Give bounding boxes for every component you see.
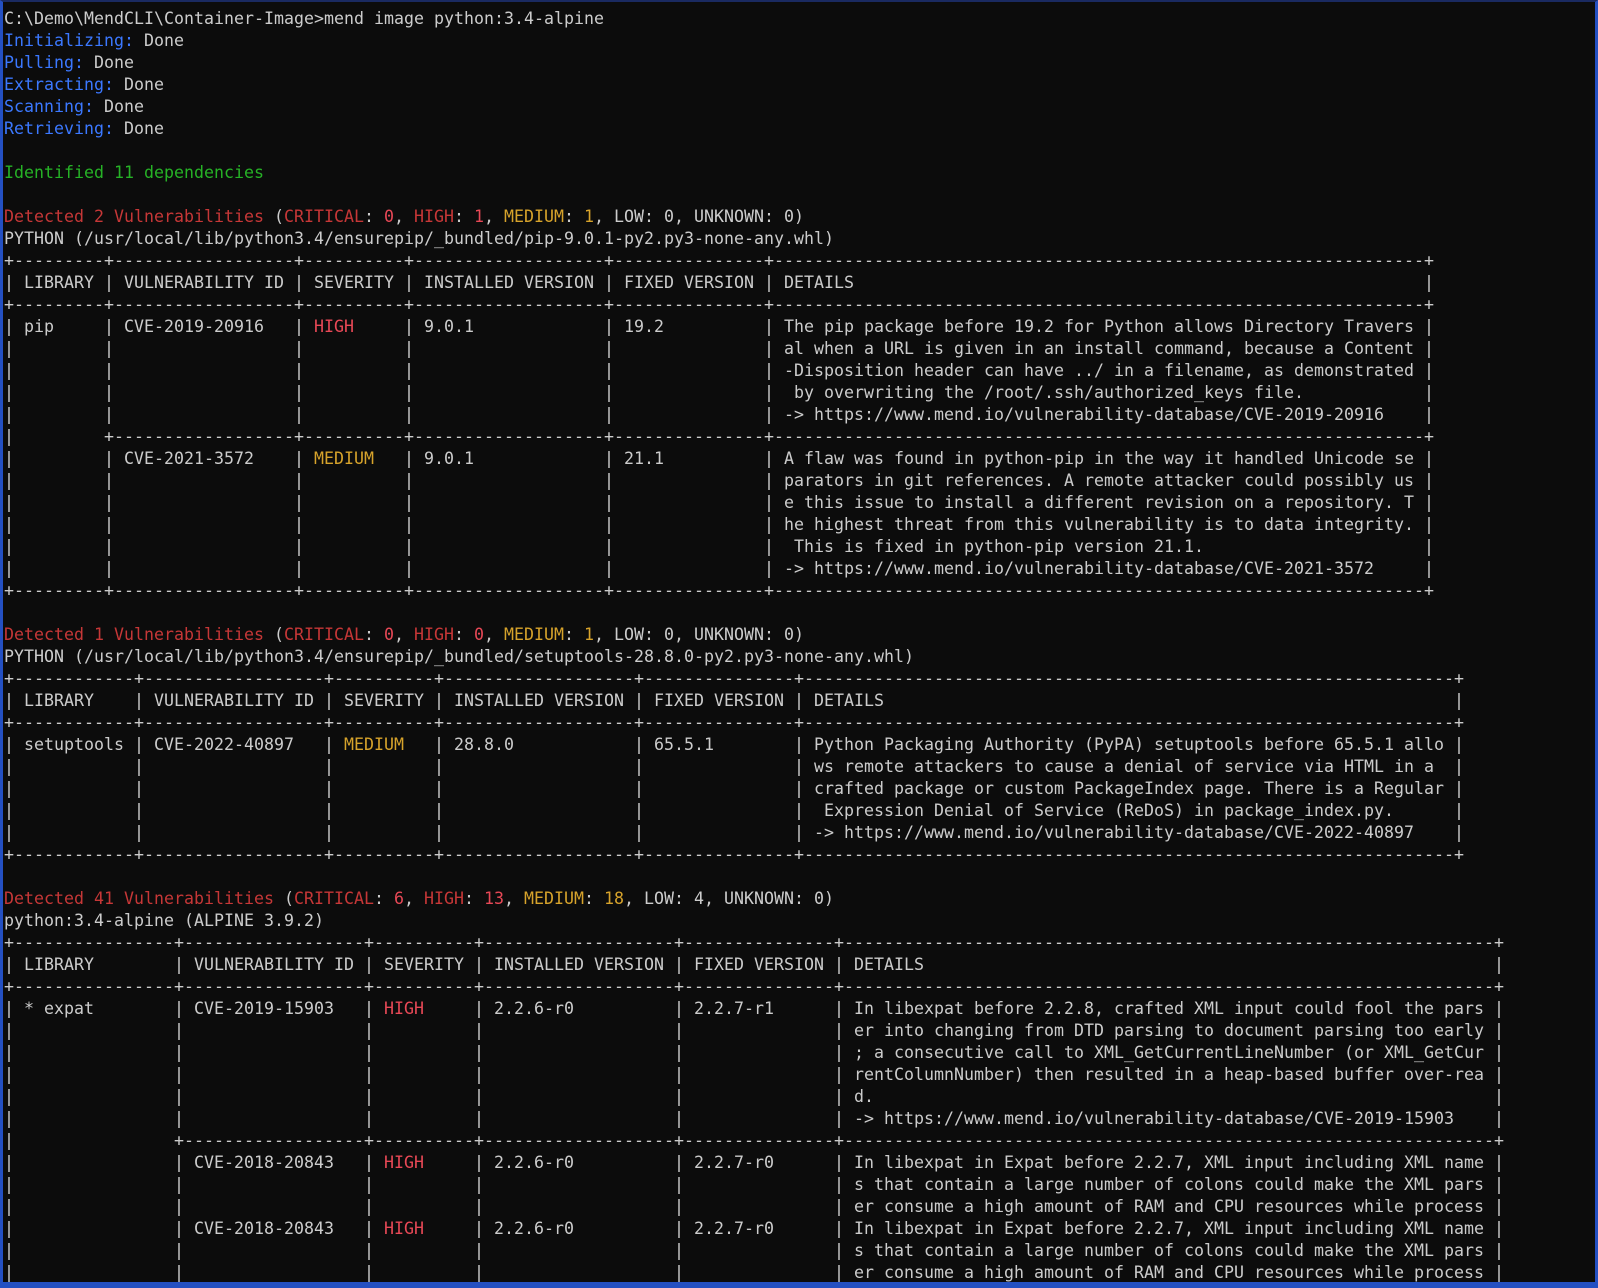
terminal-line: | LIBRARY | VULNERABILITY ID | SEVERITY … <box>4 690 1595 712</box>
terminal-line: | | | | | | crafted package or custom Pa… <box>4 778 1595 800</box>
terminal-line: | | | | | | er into changing from DTD pa… <box>4 1020 1595 1042</box>
terminal-output: C:\Demo\MendCLI\Container-Image>mend ima… <box>3 2 1595 1284</box>
terminal-window: C:\Demo\MendCLI\Container-Image>mend ima… <box>0 0 1598 1288</box>
terminal-line: Detected 2 Vulnerabilities (CRITICAL: 0,… <box>4 206 1595 228</box>
terminal-line: | pip | CVE-2019-20916 | HIGH | 9.0.1 | … <box>4 316 1595 338</box>
terminal-line: +------------+------------------+-------… <box>4 712 1595 734</box>
terminal-line: | | | | | | rentColumnNumber) then resul… <box>4 1064 1595 1086</box>
terminal-line: Detected 41 Vulnerabilities (CRITICAL: 6… <box>4 888 1595 910</box>
terminal-line <box>4 602 1595 624</box>
terminal-line: | | | | | | he highest threat from this … <box>4 514 1595 536</box>
terminal-line: | LIBRARY | VULNERABILITY ID | SEVERITY … <box>4 272 1595 294</box>
terminal-line: +---------+------------------+----------… <box>4 294 1595 316</box>
terminal-line: C:\Demo\MendCLI\Container-Image>mend ima… <box>4 8 1595 30</box>
terminal-line: +------------+------------------+-------… <box>4 844 1595 866</box>
terminal-line: | | | | | | -> https://www.mend.io/vulne… <box>4 558 1595 580</box>
terminal-line: | +------------------+----------+-------… <box>4 1130 1595 1152</box>
terminal-line: | | | | | | e this issue to install a di… <box>4 492 1595 514</box>
terminal-line: Initializing: Done <box>4 30 1595 52</box>
terminal-line: | | | | | | This is fixed in python-pip … <box>4 536 1595 558</box>
terminal-line: | | CVE-2021-3572 | MEDIUM | 9.0.1 | 21.… <box>4 448 1595 470</box>
terminal-line: | | | | | | er consume a high amount of … <box>4 1196 1595 1218</box>
terminal-line: +----------------+------------------+---… <box>4 932 1595 954</box>
terminal-line: | | | | | | -> https://www.mend.io/vulne… <box>4 1108 1595 1130</box>
terminal-line: | | | | | | s that contain a large numbe… <box>4 1174 1595 1196</box>
terminal-line: +----------------+------------------+---… <box>4 976 1595 998</box>
terminal-line: | | | | | | -Disposition header can have… <box>4 360 1595 382</box>
terminal-line: | | CVE-2018-20843 | HIGH | 2.2.6-r0 | 2… <box>4 1152 1595 1174</box>
terminal-line: +---------+------------------+----------… <box>4 250 1595 272</box>
terminal-line <box>4 140 1595 162</box>
terminal-line: PYTHON (/usr/local/lib/python3.4/ensurep… <box>4 646 1595 668</box>
terminal-line: | | | | | | by overwriting the /root/.ss… <box>4 382 1595 404</box>
terminal-line: | LIBRARY | VULNERABILITY ID | SEVERITY … <box>4 954 1595 976</box>
terminal-line: | | | | | | s that contain a large numbe… <box>4 1240 1595 1262</box>
terminal-line: python:3.4-alpine (ALPINE 3.9.2) <box>4 910 1595 932</box>
terminal-line: | | | | | | ; a consecutive call to XML_… <box>4 1042 1595 1064</box>
terminal-line: | | | | | | parators in git references. … <box>4 470 1595 492</box>
terminal-line: +------------+------------------+-------… <box>4 668 1595 690</box>
terminal-line: Identified 11 dependencies <box>4 162 1595 184</box>
terminal-line: | | | | | | al when a URL is given in an… <box>4 338 1595 360</box>
terminal-line: | | | | | | d. | <box>4 1086 1595 1108</box>
terminal-line: | | | | | | -> https://www.mend.io/vulne… <box>4 822 1595 844</box>
terminal-line: | | | | | | er consume a high amount of … <box>4 1262 1595 1284</box>
terminal-line: | setuptools | CVE-2022-40897 | MEDIUM |… <box>4 734 1595 756</box>
terminal-line: | | | | | | ws remote attackers to cause… <box>4 756 1595 778</box>
terminal-line: +---------+------------------+----------… <box>4 580 1595 602</box>
terminal-line: | +------------------+----------+-------… <box>4 426 1595 448</box>
terminal-line: Retrieving: Done <box>4 118 1595 140</box>
terminal-line: Pulling: Done <box>4 52 1595 74</box>
terminal-line: Scanning: Done <box>4 96 1595 118</box>
terminal-line <box>4 866 1595 888</box>
terminal-line: | * expat | CVE-2019-15903 | HIGH | 2.2.… <box>4 998 1595 1020</box>
terminal-line <box>4 184 1595 206</box>
terminal-line: PYTHON (/usr/local/lib/python3.4/ensurep… <box>4 228 1595 250</box>
terminal-line: Extracting: Done <box>4 74 1595 96</box>
terminal-line: | | CVE-2018-20843 | HIGH | 2.2.6-r0 | 2… <box>4 1218 1595 1240</box>
terminal-line: | | | | | | Expression Denial of Service… <box>4 800 1595 822</box>
terminal-line: Detected 1 Vulnerabilities (CRITICAL: 0,… <box>4 624 1595 646</box>
terminal-line: | | | | | | -> https://www.mend.io/vulne… <box>4 404 1595 426</box>
